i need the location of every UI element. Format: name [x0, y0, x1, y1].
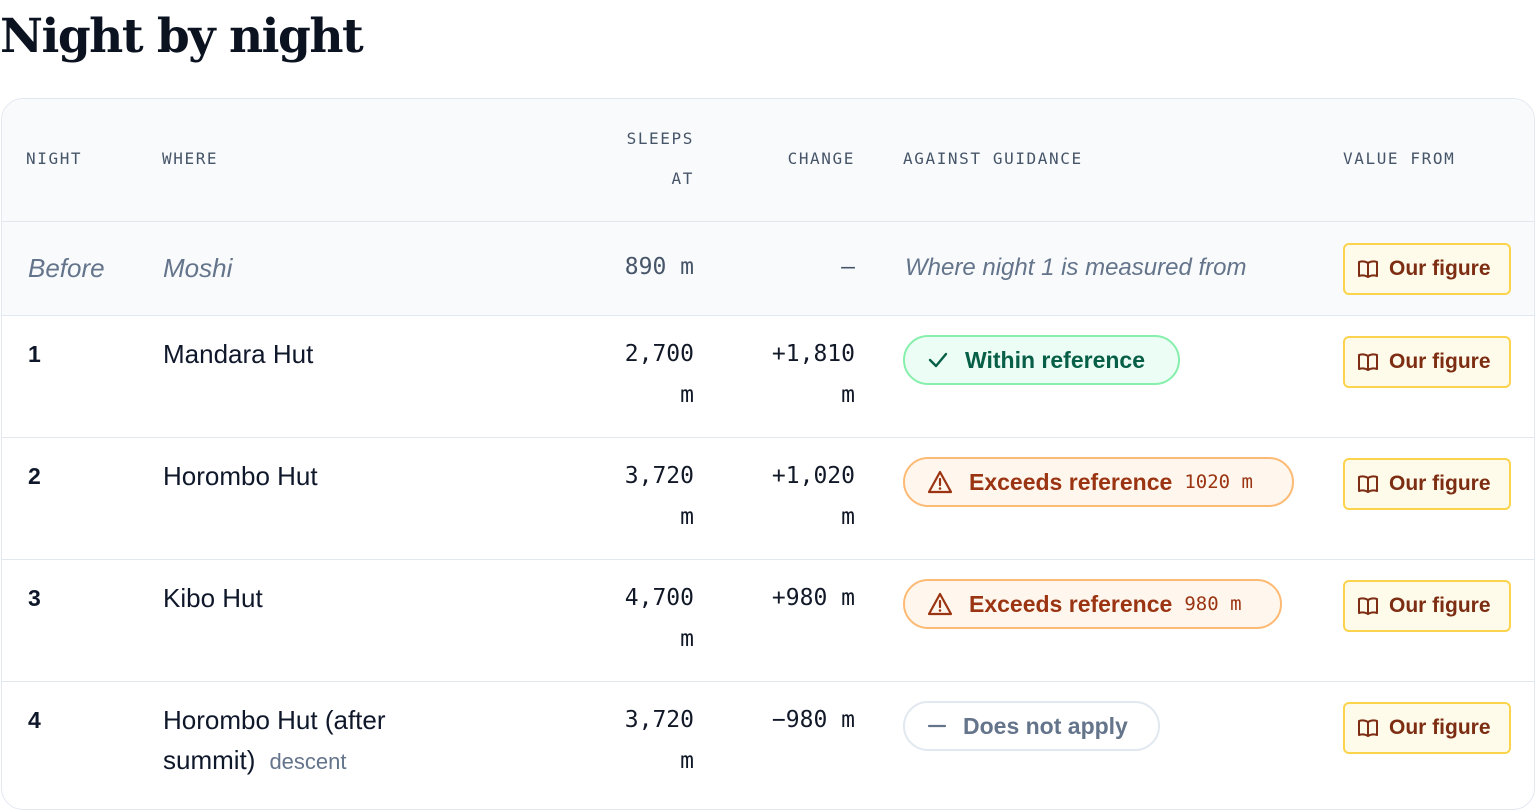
- sleeps-cell: 3,720 m: [562, 700, 694, 782]
- sleeps-cell: 4,700 m: [562, 578, 694, 660]
- col-source: VALUE FROM: [1343, 149, 1456, 168]
- guidance-note: Where night 1 is measured from: [905, 254, 1247, 281]
- source-button[interactable]: Our figure: [1343, 336, 1511, 388]
- table-header: NIGHT WHERE SLEEPS AT CHANGE AGAINST GUI…: [2, 99, 1534, 222]
- sleeps-value: 2,700: [624, 341, 694, 367]
- col-sleeps-line1: SLEEPS: [626, 129, 694, 148]
- source-button[interactable]: Our figure: [1343, 580, 1511, 632]
- change-cell: —: [841, 254, 855, 280]
- night-cell: 2: [28, 463, 41, 489]
- sleeps-unit: m: [680, 504, 694, 530]
- source-label: Our figure: [1389, 472, 1491, 495]
- where-cell: Horombo Hut: [163, 461, 318, 491]
- sleeps-unit: m: [680, 748, 694, 774]
- table-row: 1 Mandara Hut 2,700 m +1,810 m Within re…: [2, 316, 1534, 438]
- status-badge: Within reference: [903, 335, 1180, 385]
- where-cell: Mandara Hut: [163, 339, 314, 369]
- book-icon: [1358, 260, 1378, 278]
- night-cell: 3: [28, 585, 41, 611]
- sleeps-value: 3,720: [624, 707, 694, 733]
- source-button[interactable]: Our figure: [1343, 243, 1511, 295]
- source-label: Our figure: [1389, 716, 1491, 739]
- status-badge: Does not apply: [903, 701, 1160, 751]
- table-row: 2 Horombo Hut 3,720 m +1,020 m Exceeds r…: [2, 438, 1534, 560]
- source-label: Our figure: [1389, 594, 1491, 617]
- sleeps-cell: 3,720 m: [562, 456, 694, 538]
- change-cell: +1,020 m: [722, 456, 855, 538]
- col-sleeps-line2: AT: [671, 169, 694, 188]
- sleeps-value: 3,720: [624, 463, 694, 489]
- where-cell: Kibo Hut: [163, 583, 263, 613]
- page-title: Night by night: [0, 9, 364, 64]
- where-cell: Horombo Hut (after summit) descent: [163, 700, 386, 782]
- warning-triangle-icon: [927, 470, 953, 494]
- source-button[interactable]: Our figure: [1343, 458, 1511, 510]
- where-line1: Horombo Hut (after: [163, 705, 386, 735]
- source-label: Our figure: [1389, 350, 1491, 373]
- table-row: Before Moshi 890 m — Where night 1 is me…: [2, 222, 1534, 316]
- night-cell: Before: [28, 253, 105, 283]
- change-cell: +1,810 m: [722, 334, 855, 416]
- source-button[interactable]: Our figure: [1343, 702, 1511, 754]
- change-cell: −980 m: [771, 707, 855, 733]
- book-icon: [1358, 475, 1378, 493]
- col-where: WHERE: [162, 149, 219, 168]
- status-label: Within reference: [965, 346, 1146, 373]
- table-row: 4 Horombo Hut (after summit) descent 3,72…: [2, 682, 1534, 809]
- status-label: Does not apply: [963, 712, 1128, 739]
- nights-table: NIGHT WHERE SLEEPS AT CHANGE AGAINST GUI…: [1, 98, 1535, 810]
- change-unit: m: [841, 382, 855, 408]
- check-icon: [928, 352, 948, 368]
- col-sleeps: SLEEPS AT: [562, 119, 694, 199]
- warning-triangle-icon: [927, 592, 953, 616]
- table-row: 3 Kibo Hut 4,700 m +980 m Exceeds refere…: [2, 560, 1534, 682]
- sleeps-value: 4,700: [624, 585, 694, 611]
- book-icon: [1358, 597, 1378, 615]
- sleeps-cell: 890 m: [624, 254, 694, 280]
- exceed-amount: 1020 m: [1184, 471, 1253, 493]
- change-cell: +980 m: [771, 585, 855, 611]
- dash-icon: [927, 724, 947, 728]
- book-icon: [1358, 353, 1378, 371]
- night-cell: 4: [28, 707, 41, 733]
- status-badge: Exceeds reference 980 m: [903, 579, 1282, 629]
- sleeps-cell: 2,700 m: [562, 334, 694, 416]
- col-guidance: AGAINST GUIDANCE: [903, 149, 1083, 168]
- col-night: NIGHT: [26, 149, 83, 168]
- status-label: Exceeds reference: [969, 590, 1173, 617]
- change-unit: m: [841, 504, 855, 530]
- source-label: Our figure: [1389, 257, 1491, 280]
- exceed-amount: 980 m: [1184, 593, 1242, 615]
- night-cell: 1: [28, 341, 41, 367]
- sleeps-unit: m: [680, 382, 694, 408]
- book-icon: [1358, 719, 1378, 737]
- where-line2: summit) descent: [163, 740, 386, 782]
- change-value: +1,020: [771, 463, 855, 489]
- descent-tag: descent: [269, 749, 347, 774]
- status-label: Exceeds reference: [969, 468, 1173, 495]
- where-cell: Moshi: [163, 253, 233, 283]
- col-change: CHANGE: [787, 149, 855, 168]
- status-badge: Exceeds reference 1020 m: [903, 457, 1294, 507]
- change-value: +1,810: [771, 341, 855, 367]
- where-line2-text: summit): [163, 745, 256, 775]
- sleeps-unit: m: [680, 626, 694, 652]
